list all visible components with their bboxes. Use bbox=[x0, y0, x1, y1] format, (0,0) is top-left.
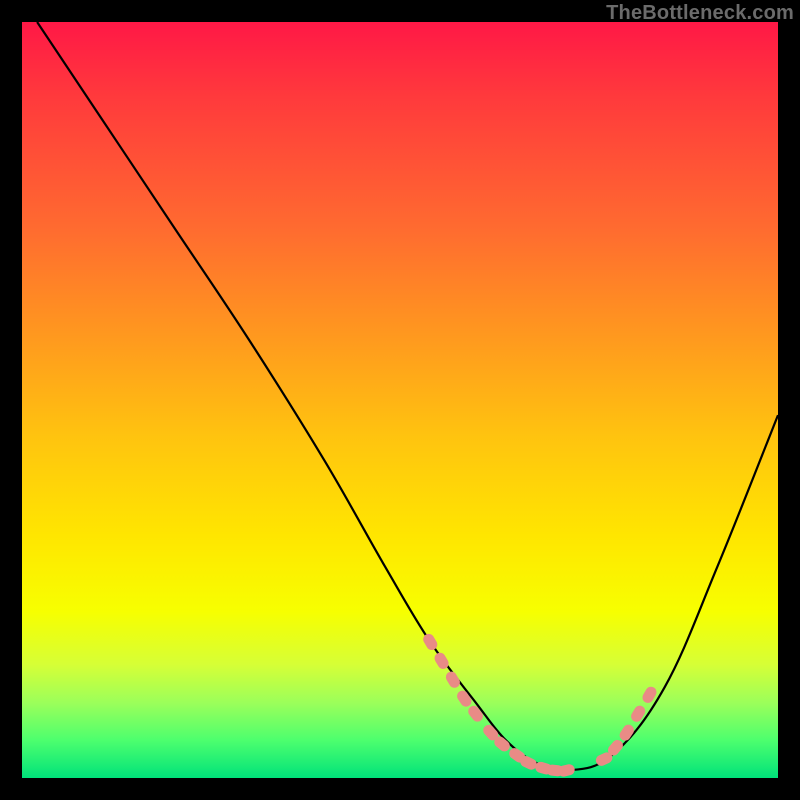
highlight-dot bbox=[546, 764, 564, 777]
plot-area bbox=[22, 22, 778, 778]
highlight-dot bbox=[421, 632, 439, 652]
highlight-dot bbox=[492, 734, 512, 753]
highlight-dot bbox=[594, 751, 614, 768]
highlight-dots bbox=[421, 632, 658, 778]
highlight-dot bbox=[481, 723, 500, 743]
chart-stage: TheBottleneck.com bbox=[0, 0, 800, 800]
highlight-dot bbox=[618, 723, 637, 743]
highlight-dot bbox=[518, 754, 538, 771]
highlight-dot bbox=[557, 763, 576, 778]
highlight-dot bbox=[640, 685, 658, 705]
highlight-dot bbox=[534, 761, 553, 776]
highlight-dot bbox=[466, 704, 485, 724]
highlight-dot bbox=[507, 746, 527, 765]
curve-line bbox=[37, 22, 778, 771]
highlight-dot bbox=[455, 688, 474, 708]
highlight-dot bbox=[629, 704, 647, 724]
highlight-dot bbox=[606, 738, 625, 758]
highlight-dot bbox=[432, 651, 450, 671]
highlight-dot bbox=[444, 670, 462, 690]
bottleneck-curve bbox=[37, 22, 778, 771]
curve-svg bbox=[22, 22, 778, 778]
